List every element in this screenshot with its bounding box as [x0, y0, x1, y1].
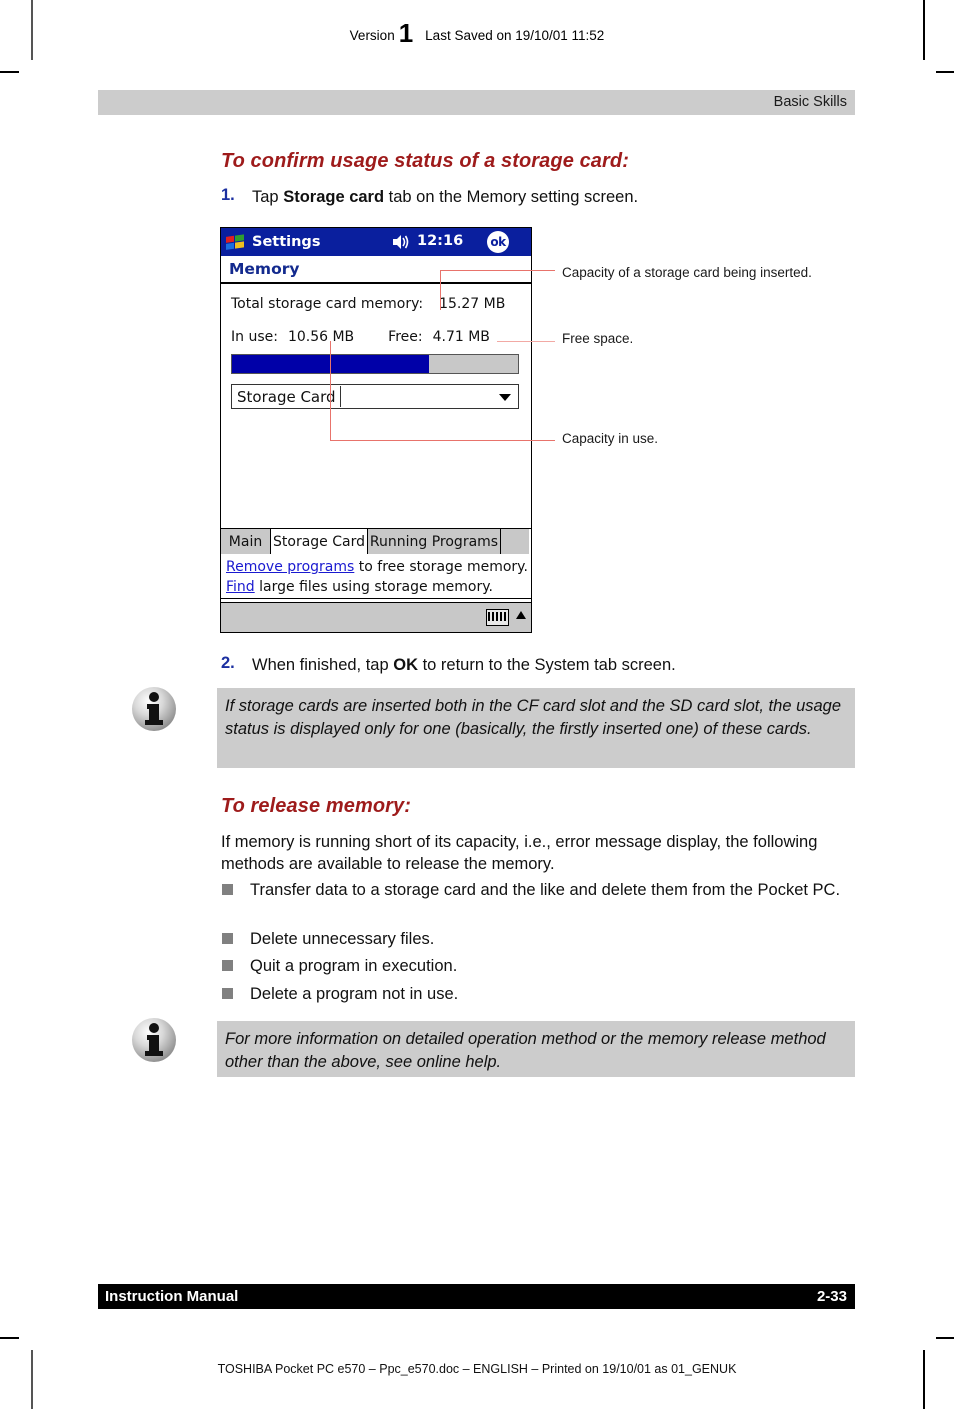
keyboard-icon[interactable]: [486, 609, 509, 626]
callout-line-free-horizontal: [497, 341, 555, 342]
version-label: Version: [349, 28, 395, 43]
note-box-more-information: For more information on detailed operati…: [217, 1021, 855, 1077]
device-tab-strip-filler: [501, 529, 529, 555]
callout-line-inuse-vertical: [330, 341, 331, 441]
running-head-bar: Basic Skills: [98, 90, 855, 115]
footer-manual-title: Instruction Manual: [105, 1288, 239, 1305]
memory-usage-bar: [231, 354, 519, 374]
windows-start-icon[interactable]: [225, 233, 245, 251]
version-number: 1: [398, 18, 414, 48]
pocketpc-screenshot: Settings 12:16 ok Memory Total storage c…: [220, 227, 532, 633]
inuse-free-row: In use: 10.56 MB Free: 4.71 MB: [231, 329, 490, 345]
step-1-number: 1.: [221, 186, 235, 204]
footer-page-number: 2-33: [816, 1288, 847, 1305]
bullet-item-text: Transfer data to a storage card and the …: [250, 881, 841, 899]
step-1-bold-term: Storage card: [283, 188, 385, 206]
info-icon: [131, 686, 177, 732]
crop-mark-bottom-left-vertical: [31, 1350, 33, 1409]
bullet-item-text: Quit a program in execution.: [250, 957, 458, 975]
bullet-marker: [222, 988, 233, 999]
device-help-links: Remove programs to free storage memory. …: [221, 554, 531, 599]
inuse-label: In use:: [231, 329, 278, 345]
device-title-text: Settings: [252, 234, 321, 250]
bullet-item-text: Delete unnecessary files.: [250, 930, 435, 948]
callout-label-free-space: Free space.: [562, 331, 634, 346]
crop-mark-top-left-horizontal: [0, 71, 19, 73]
chevron-down-icon[interactable]: [499, 394, 511, 401]
device-screen-body: Total storage card memory: 15.27 MB In us…: [221, 284, 531, 527]
manual-page: Version 1 Last Saved on 19/10/01 11:52 Bas…: [0, 0, 954, 1409]
callout-line-total-vertical: [440, 270, 441, 310]
device-title-bar: Settings 12:16 ok: [221, 228, 531, 256]
bullet-marker: [222, 960, 233, 971]
crop-mark-top-right-horizontal: [936, 71, 954, 73]
total-memory-row: Total storage card memory: 15.27 MB: [231, 296, 505, 312]
device-tab-running-programs[interactable]: Running Programs: [368, 529, 501, 555]
document-revision-header: Version 1 Last Saved on 19/10/01 11:52: [0, 18, 954, 49]
free-value: 4.71 MB: [432, 329, 490, 345]
crop-mark-bottom-right-horizontal: [936, 1337, 954, 1339]
bullet-marker: [222, 933, 233, 944]
callout-line-total-horizontal: [440, 270, 555, 271]
note-box-more-information-text: For more information on detailed operati…: [225, 1030, 826, 1071]
step-2-number: 2.: [221, 654, 235, 672]
bullet-marker: [222, 884, 233, 895]
step-2-text: When finished, tap OK to return to the S…: [252, 656, 676, 674]
callout-label-total-capacity: Capacity of a storage card being inserte…: [562, 265, 812, 280]
input-panel-up-arrow-icon[interactable]: [516, 611, 526, 619]
note-box-storage-cards: If storage cards are inserted both in th…: [217, 688, 855, 768]
device-ok-button[interactable]: ok: [487, 231, 509, 253]
total-memory-value: 15.27 MB: [439, 296, 506, 312]
speaker-icon[interactable]: [392, 234, 410, 254]
storage-card-dropdown-value: Storage Card: [237, 387, 336, 406]
free-label: Free:: [388, 329, 423, 345]
page-footer-bar: Instruction Manual 2-33: [98, 1284, 855, 1309]
callout-line-inuse-horizontal: [330, 440, 555, 441]
section-heading-release-memory: To release memory:: [221, 795, 412, 817]
release-memory-intro: If memory is running short of its capaci…: [221, 833, 818, 873]
device-tab-main[interactable]: Main: [221, 529, 271, 555]
device-tab-storage-card[interactable]: Storage Card: [271, 529, 368, 555]
device-clock: 12:16: [417, 233, 464, 249]
step-2-bold-term: OK: [393, 656, 418, 674]
info-icon: [131, 1017, 177, 1063]
crop-mark-bottom-left-horizontal: [0, 1337, 19, 1339]
section-heading-confirm-usage: To confirm usage status of a storage car…: [221, 150, 629, 172]
total-memory-label: Total storage card memory:: [231, 296, 424, 312]
device-tab-strip: Main Storage Card Running Programs: [221, 528, 531, 555]
remove-programs-line: Remove programs to free storage memory.: [226, 559, 528, 575]
bullet-item-text: Delete a program not in use.: [250, 985, 459, 1003]
device-screen-name: Memory: [229, 260, 300, 278]
note-box-storage-cards-text: If storage cards are inserted both in th…: [225, 697, 842, 738]
callout-label-capacity-in-use: Capacity in use.: [562, 431, 659, 446]
print-info-line: TOSHIBA Pocket PC e570 – Ppc_e570.doc – …: [217, 1362, 737, 1376]
last-saved-text: Last Saved on 19/10/01 11:52: [425, 28, 605, 43]
dropdown-divider: [340, 386, 341, 407]
storage-card-dropdown[interactable]: Storage Card: [231, 384, 519, 409]
find-line: Find large files using storage memory.: [226, 579, 493, 595]
inuse-value: 10.56 MB: [287, 329, 355, 345]
crop-mark-bottom-right-vertical: [923, 1350, 925, 1409]
remove-programs-link[interactable]: Remove programs: [226, 559, 354, 575]
running-head-chapter: Basic Skills: [773, 94, 847, 110]
device-command-bar: [221, 602, 531, 632]
step-1-text: Tap Storage card tab on the Memory setti…: [252, 188, 639, 206]
find-link[interactable]: Find: [226, 579, 255, 595]
